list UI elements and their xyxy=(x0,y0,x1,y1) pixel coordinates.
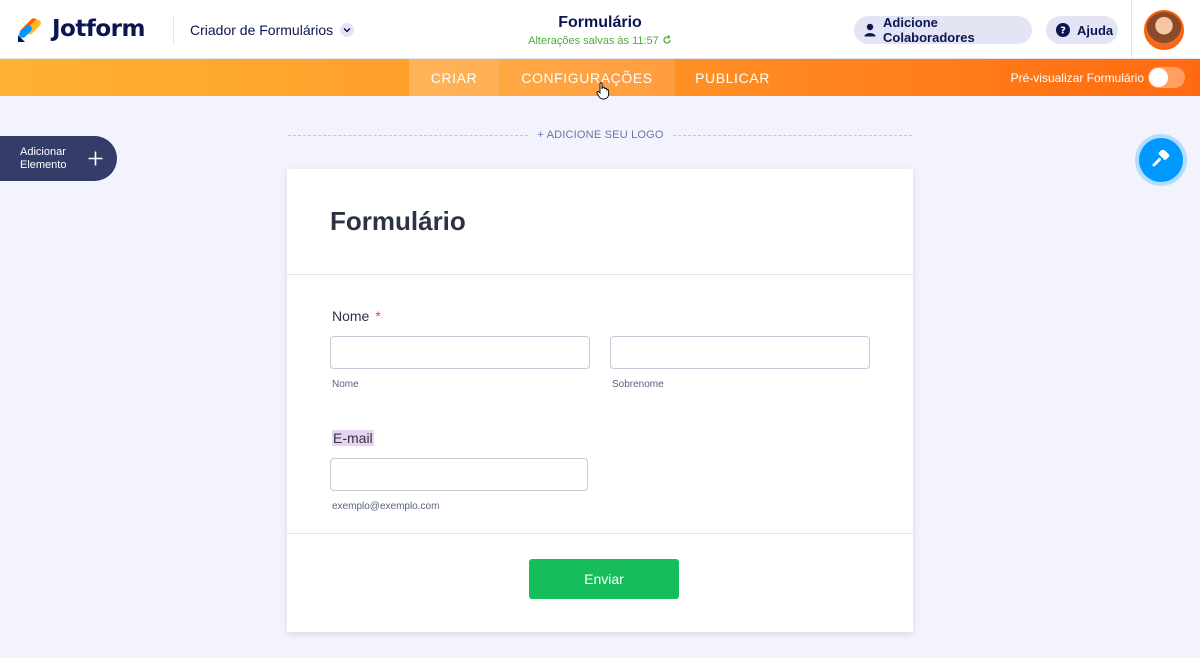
form-title-area: Formulário Alterações salvas às 11:57 xyxy=(450,14,750,47)
tab-criar[interactable]: CRIAR xyxy=(409,59,499,96)
form-designer-button[interactable] xyxy=(1135,134,1187,186)
header-divider xyxy=(173,16,174,44)
first-name-input[interactable] xyxy=(330,336,590,369)
add-logo-link[interactable]: + ADICIONE SEU LOGO xyxy=(528,129,673,141)
question-icon: ? xyxy=(1056,23,1070,37)
user-icon xyxy=(864,23,876,37)
add-element-label-line1: Adicionar xyxy=(20,145,66,158)
preview-form-toggle[interactable] xyxy=(1148,67,1185,88)
chevron-down-icon xyxy=(340,23,355,37)
avatar-divider xyxy=(1131,0,1132,59)
heading-divider xyxy=(287,274,913,275)
tab-configuracoes[interactable]: CONFIGURAÇÕES xyxy=(499,59,675,96)
add-element-button[interactable]: Adicionar Elemento xyxy=(0,136,117,181)
builder-selector[interactable]: Criador de Formulários xyxy=(190,22,355,38)
jotform-logo-icon xyxy=(18,18,41,42)
submit-divider xyxy=(287,533,913,534)
user-avatar[interactable] xyxy=(1144,10,1184,50)
add-element-label: Adicionar Elemento xyxy=(20,146,76,172)
email-label-text: E-mail xyxy=(332,430,374,446)
logo-placeholder-line-left xyxy=(288,135,528,136)
add-element-label-line2: Elemento xyxy=(20,158,67,171)
form-heading[interactable]: Formulário xyxy=(330,206,466,237)
add-collaborators-button[interactable]: Adicione Colaboradores xyxy=(854,15,1032,45)
help-button[interactable]: ? Ajuda xyxy=(1046,16,1118,44)
tab-publicar[interactable]: PUBLICAR xyxy=(675,59,790,96)
email-field-label[interactable]: E-mail xyxy=(332,430,374,446)
hand-pointer-icon xyxy=(596,82,610,105)
saved-status: Alterações salvas às 11:57 xyxy=(450,35,750,47)
toggle-knob xyxy=(1149,68,1168,87)
email-input[interactable] xyxy=(330,458,588,491)
header-form-title[interactable]: Formulário xyxy=(450,14,750,32)
jotform-logo[interactable]: Jotform xyxy=(16,14,145,44)
name-field-label[interactable]: Nome * xyxy=(332,308,381,324)
last-name-sublabel: Sobrenome xyxy=(612,379,664,390)
last-name-input[interactable] xyxy=(610,336,870,369)
first-name-sublabel: Nome xyxy=(332,379,359,390)
form-designer-button-inner xyxy=(1139,138,1183,182)
email-sublabel: exemplo@exemplo.com xyxy=(332,501,440,512)
required-asterisk: * xyxy=(375,308,381,324)
logo-placeholder-line-right xyxy=(673,135,912,136)
paint-roller-icon xyxy=(1152,150,1170,167)
plus-icon xyxy=(88,151,103,166)
submit-button[interactable]: Enviar xyxy=(529,559,679,599)
saved-status-text: Alterações salvas às 11:57 xyxy=(528,35,659,47)
svg-text:?: ? xyxy=(1060,26,1066,37)
preview-form-label: Pré-visualizar Formulário xyxy=(1010,71,1144,85)
help-label: Ajuda xyxy=(1077,22,1114,38)
add-collaborators-label: Adicione Colaboradores xyxy=(883,15,975,45)
refresh-icon xyxy=(663,35,671,44)
top-header: Jotform Criador de Formulários Formulári… xyxy=(0,0,1200,59)
brand-name: Jotform xyxy=(52,16,145,42)
name-label-text: Nome xyxy=(332,308,370,324)
form-card: Formulário Nome * Nome Sobrenome E-mail e… xyxy=(287,169,913,632)
builder-label: Criador de Formulários xyxy=(190,22,334,38)
